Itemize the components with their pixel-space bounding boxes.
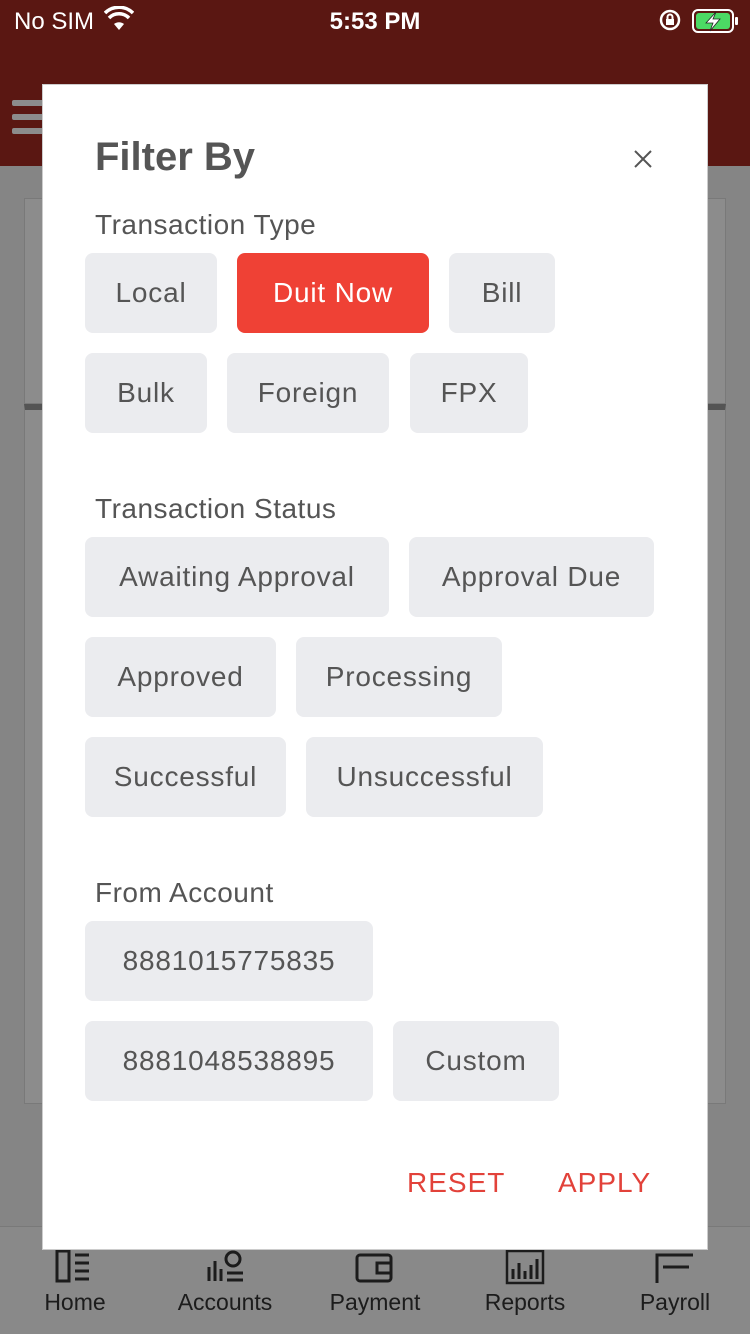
type-chip-fpx[interactable]: FPX [410, 353, 528, 433]
type-chip-local[interactable]: Local [85, 253, 217, 333]
close-icon[interactable] [627, 143, 659, 175]
filter-dialog: Filter By Transaction Type Local Duit No… [42, 84, 708, 1250]
apply-button[interactable]: APPLY [558, 1167, 651, 1199]
status-bar: No SIM 5:53 PM [0, 0, 750, 42]
status-chip-unsuccessful[interactable]: Unsuccessful [306, 737, 543, 817]
status-chip-awaiting-approval[interactable]: Awaiting Approval [85, 537, 389, 617]
type-chip-bulk[interactable]: Bulk [85, 353, 207, 433]
account-chip-2[interactable]: 8881048538895 [85, 1021, 373, 1101]
status-chip-approval-due[interactable]: Approval Due [409, 537, 654, 617]
reset-button[interactable]: RESET [407, 1167, 505, 1199]
account-chip-custom[interactable]: Custom [393, 1021, 559, 1101]
transaction-status-label: Transaction Status [95, 493, 337, 524]
status-chip-processing[interactable]: Processing [296, 637, 502, 717]
clock: 5:53 PM [329, 8, 421, 35]
type-chip-duit-now[interactable]: Duit Now [237, 253, 429, 333]
battery-icon [692, 8, 740, 41]
orientation-lock-icon [658, 8, 682, 39]
account-chip-1[interactable]: 8881015775835 [85, 921, 373, 1001]
status-chip-approved[interactable]: Approved [85, 637, 276, 717]
from-account-label: From Account [95, 877, 274, 908]
type-chip-foreign[interactable]: Foreign [227, 353, 389, 433]
type-chip-bill[interactable]: Bill [449, 253, 555, 333]
status-chip-successful[interactable]: Successful [85, 737, 286, 817]
dialog-title: Filter By [95, 135, 256, 179]
transaction-type-label: Transaction Type [95, 209, 317, 240]
